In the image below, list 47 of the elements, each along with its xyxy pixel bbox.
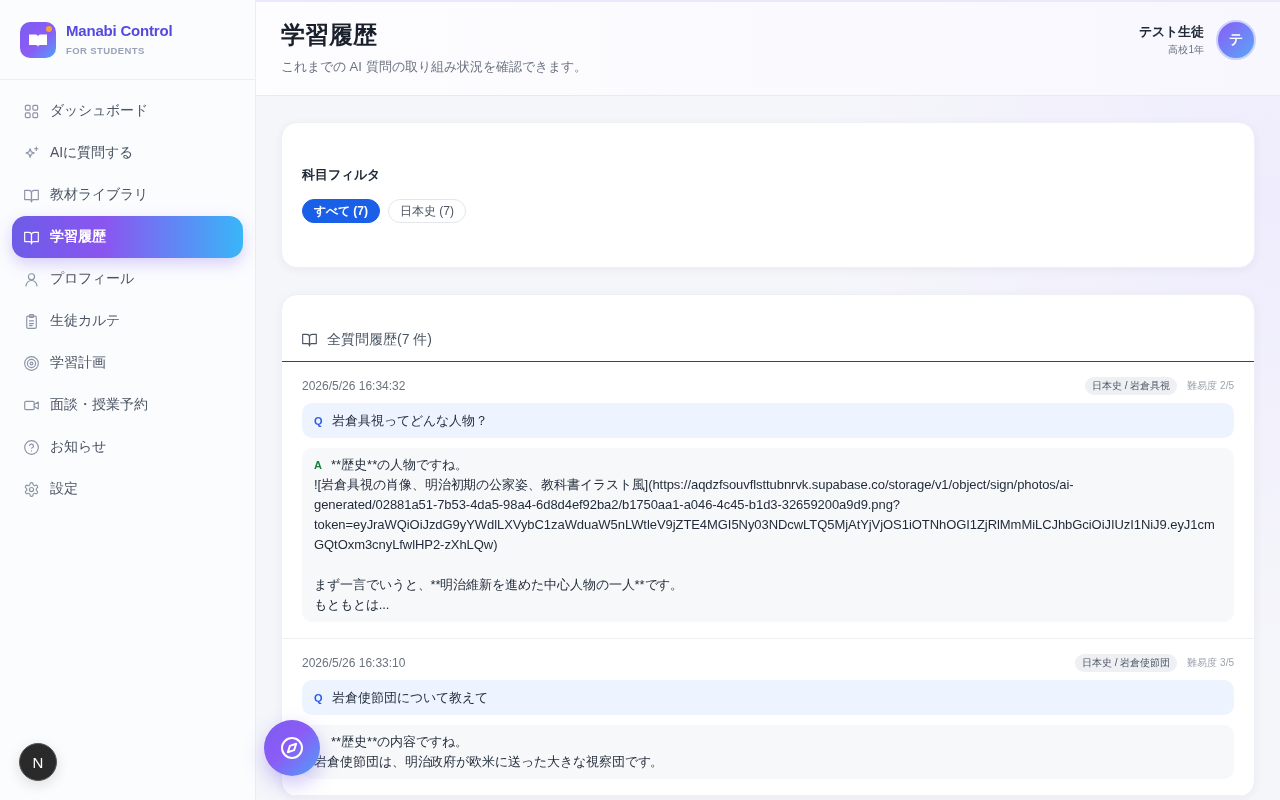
difficulty-label: 難易度 3/5 — [1187, 656, 1234, 670]
user-name: テスト生徒 — [1139, 23, 1204, 41]
subject-tag: 日本史 / 岩倉具視 — [1084, 377, 1178, 395]
answer-text: ![岩倉具視の肖像、明治初期の公家姿、教科書イラスト風](https://aqdzfsouvflsttubnrvk.supabase.co/storage/v1/object/sign/photos/ai- generated/02881a51-7b53-4da5-98a4-6d8d4ef92ba2/b1750aa1-a046-4c45-b1d3-32659200a9d9.png? token=eyJraWQiOiJzdG9yYWdlLXVybC1zaWduaW5nLWtleV9jZTE4MGI5Ny03NDcwLTQ5MjAtYjVjOS1iOTNhOGI1ZjRlMmMiLCJhbGciOiJIUzI1NiJ9.eyJ1cm GQtOxm3cnyLfwlHP2-zXhLQw) — [314, 476, 1216, 554]
filter-chip[interactable]: すべて (7) — [302, 199, 380, 223]
difficulty-label: 難易度 2/5 — [1187, 379, 1234, 393]
filter-title: 科目フィルタ — [302, 166, 381, 184]
book-logo-icon — [20, 21, 56, 58]
user-grade: 高校1年 — [1168, 43, 1204, 57]
timestamp: 2026/5/26 16:34:32 — [302, 379, 406, 393]
nav-item[interactable]: 生徒カルテ — [12, 300, 243, 342]
compass-icon — [281, 737, 303, 759]
book-icon — [24, 187, 39, 203]
history-title: 全質問履歴(7 件) — [327, 330, 432, 348]
book-icon — [24, 229, 39, 245]
nav-item[interactable]: 学習計画 — [12, 342, 243, 384]
page-title: 学習履歴 — [281, 20, 378, 50]
book-icon — [302, 331, 317, 347]
question-text: 岩倉具視ってどんな人物？ — [331, 411, 488, 430]
answer-text: **歴史**の人物ですね。 — [331, 456, 469, 474]
page-subtitle: これまでの AI 質問の取り組み状況を確認できます。 — [281, 58, 587, 76]
nav-item[interactable]: 面談・授業予約 — [12, 384, 243, 426]
user-icon — [24, 271, 39, 287]
answer-text: **歴史**の内容ですね。 — [331, 733, 469, 751]
nav-item[interactable]: 設定 — [12, 468, 243, 510]
question-label: Q — [314, 691, 323, 704]
nav-item[interactable]: 教材ライブラリ — [12, 174, 243, 216]
clipboard-icon — [24, 313, 39, 329]
question-text: 岩倉使節団について教えて — [331, 688, 488, 707]
subject-tag: 日本史 / 岩倉使節団 — [1074, 654, 1178, 672]
nav-item[interactable]: AIに質問する — [12, 132, 243, 174]
nav-item[interactable]: プロフィール — [12, 258, 243, 300]
answer-text: まず一言でいうと、**明治維新を進めた中心人物の一人**です。 もともとは... — [314, 576, 685, 614]
filter-chip[interactable]: 日本史 (7) — [388, 199, 466, 223]
brand-name: Manabi Control — [66, 21, 173, 41]
target-icon — [24, 355, 39, 371]
nav-item[interactable]: 学習履歴 — [12, 216, 243, 258]
help-icon — [24, 439, 39, 455]
answer-label: A — [314, 458, 322, 473]
timestamp: 2026/5/26 16:33:10 — [302, 656, 406, 670]
settings-icon — [24, 481, 39, 497]
nav-item[interactable]: お知らせ — [12, 426, 243, 468]
brand-tagline: FOR STUDENTS — [66, 44, 146, 58]
nav-item[interactable]: ダッシュボード — [12, 90, 243, 132]
question-label: Q — [314, 414, 323, 427]
sparkles-icon — [24, 145, 39, 161]
grid-icon — [24, 103, 39, 119]
